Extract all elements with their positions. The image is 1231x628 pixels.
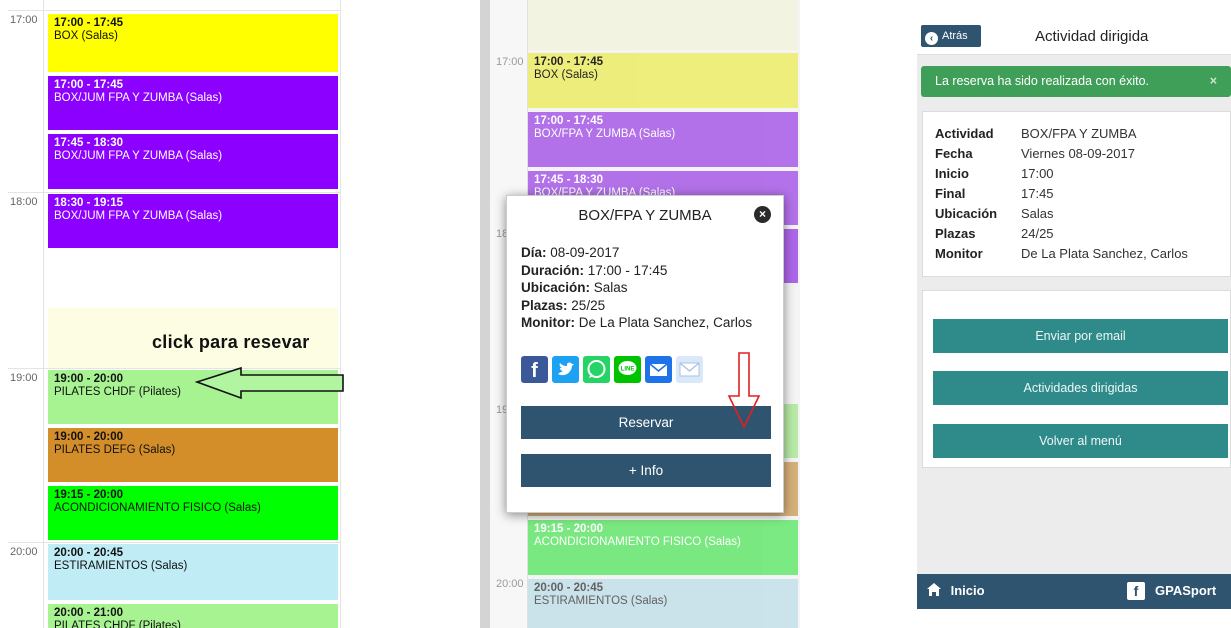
bottom-bar: Inicio f GPASport: [917, 574, 1231, 609]
whatsapp-icon[interactable]: [583, 356, 610, 383]
calendar-event[interactable]: 19:15 - 20:00 ACONDICIONAMIENTO FISICO (…: [528, 520, 798, 575]
time-label: 18:00: [10, 196, 38, 208]
calendar-event[interactable]: 20:00 - 20:45 ESTIRAMIENTOS (Salas): [48, 544, 338, 600]
time-label: 20:00: [10, 546, 38, 558]
detail-row: Monitor De La Plata Sanchez, Carlos: [935, 246, 1188, 261]
success-alert: La reserva ha sido realizada con éxito. …: [921, 66, 1231, 97]
time-label: 17:00: [496, 56, 524, 68]
back-to-menu-button[interactable]: Volver al menú: [933, 424, 1228, 458]
activity-details-card: Actividad BOX/FPA Y ZUMBA Fecha Viernes 08…: [922, 111, 1231, 277]
calendar-event[interactable]: 18:30 - 19:15 BOX/JUM FPA Y ZUMBA (Salas…: [48, 194, 338, 248]
email-icon[interactable]: [645, 356, 672, 383]
svg-text:LINE: LINE: [621, 367, 635, 373]
calendar-event[interactable]: 20:00 - 21:00 PILATES CHDF (Pilates): [48, 604, 338, 628]
instruction-label: click para resevar: [152, 332, 310, 352]
email-button[interactable]: Enviar por email: [933, 319, 1228, 353]
popup-details: Día: 08-09-2017 Duración: 17:00 - 17:45 …: [521, 245, 753, 330]
calendar-event[interactable]: 20:00 - 20:45 ESTIRAMIENTOS (Salas): [528, 579, 798, 628]
detail-row: Fecha Viernes 08-09-2017: [935, 146, 1135, 161]
detail-row: Final 17:45: [935, 186, 1054, 201]
calendar-event[interactable]: 17:00 - 17:45 BOX/JUM FPA Y ZUMBA (Salas…: [48, 76, 338, 130]
time-label: 20:00: [496, 578, 524, 590]
detail-row: Actividad BOX/FPA Y ZUMBA: [935, 126, 1137, 141]
facebook-icon[interactable]: f: [521, 356, 548, 383]
time-column: [8, 0, 44, 628]
mobile-confirmation-panel: ‹ Atrás Actividad dirigida La reserva ha …: [917, 19, 1231, 609]
detail-row: Inicio 17:00: [935, 166, 1054, 181]
page-title: Actividad dirigida: [1035, 28, 1149, 45]
top-bar: ‹ Atrás Actividad dirigida: [917, 19, 1231, 55]
actions-card: Enviar por email Actividades dirigidas V…: [922, 290, 1231, 468]
line-icon[interactable]: LINE: [614, 356, 641, 383]
chevron-left-icon: ‹: [925, 32, 938, 45]
time-label: 17:00: [10, 14, 38, 26]
arrow-left-icon: [195, 366, 344, 400]
calendar-event[interactable]: 17:45 - 18:30 BOX/JUM FPA Y ZUMBA (Salas…: [48, 134, 338, 189]
calendar-event[interactable]: 19:15 - 20:00 ACONDICIONAMIENTO FISICO (…: [48, 486, 338, 540]
calendar-event[interactable]: 17:00 - 17:45 BOX (Salas): [528, 53, 798, 108]
close-icon[interactable]: ×: [1210, 66, 1217, 97]
brand-label: GPASport: [1155, 583, 1217, 598]
arrow-down-icon: [727, 352, 761, 429]
home-link[interactable]: Inicio: [927, 583, 985, 598]
gmail-icon[interactable]: [676, 356, 703, 383]
detail-row: Plazas 24/25: [935, 226, 1054, 241]
more-info-button[interactable]: + Info: [521, 454, 771, 487]
activity-popup: BOX/FPA Y ZUMBA × Día: 08-09-2017 Duraci…: [506, 195, 784, 513]
calendar-event[interactable]: 19:00 - 20:00 PILATES DEFG (Salas): [48, 428, 338, 482]
facebook-icon[interactable]: f: [1127, 582, 1145, 600]
back-button[interactable]: ‹ Atrás: [921, 25, 981, 47]
calendar-panel: 17:00 18:00 19:00 20:00 17:00 - 17:45 BO…: [0, 0, 345, 628]
close-icon[interactable]: ×: [754, 206, 771, 223]
home-icon: [927, 583, 941, 596]
activities-button[interactable]: Actividades dirigidas: [933, 371, 1228, 405]
popup-title: BOX/FPA Y ZUMBA: [578, 207, 712, 224]
twitter-icon[interactable]: [552, 356, 579, 383]
calendar-event[interactable]: 17:00 - 17:45 BOX/FPA Y ZUMBA (Salas): [528, 112, 798, 167]
time-label: 19:00: [10, 372, 38, 384]
calendar-event[interactable]: 17:00 - 17:45 BOX (Salas): [48, 14, 338, 72]
detail-row: Ubicación Salas: [935, 206, 1054, 221]
